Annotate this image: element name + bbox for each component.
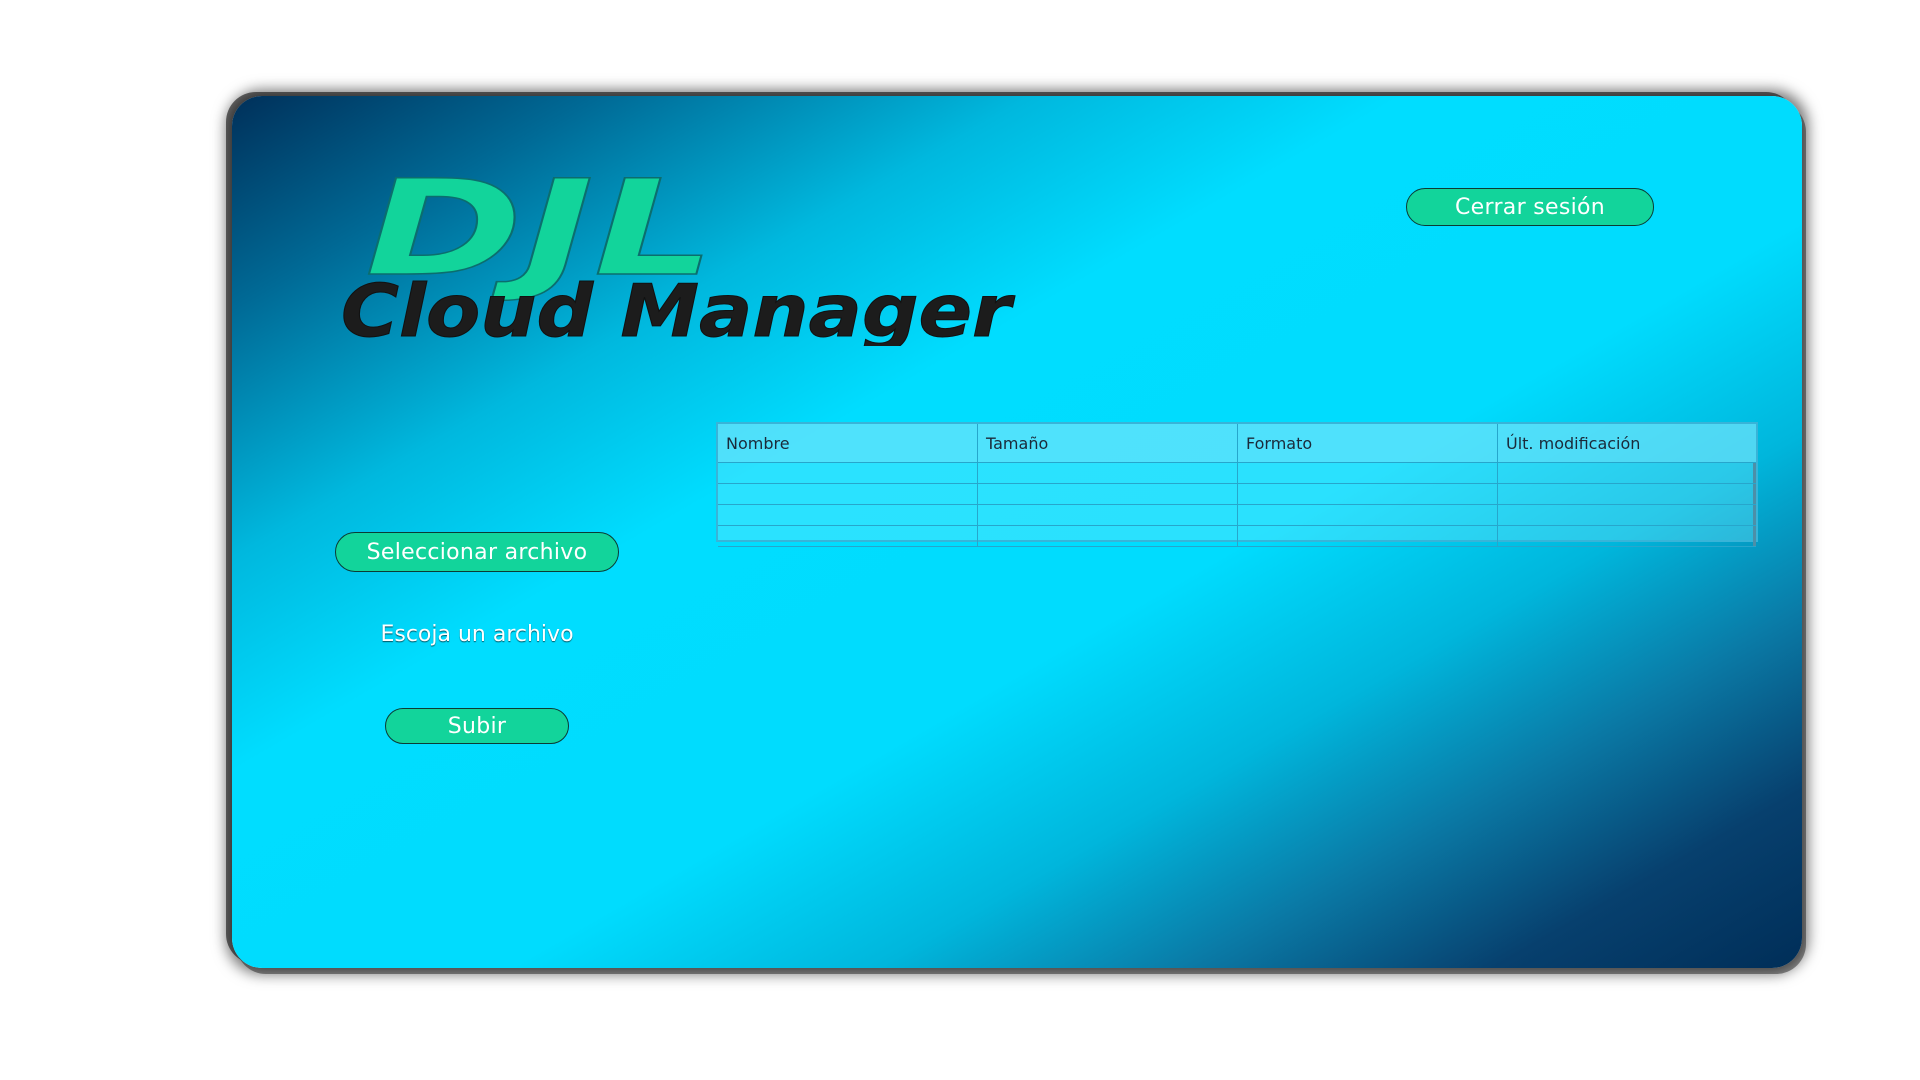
table-cell[interactable] (978, 505, 1238, 525)
table-cell[interactable] (718, 463, 978, 483)
table-row[interactable] (718, 484, 1756, 505)
table-cell[interactable] (718, 505, 978, 525)
table-cell[interactable] (1238, 505, 1498, 525)
app-logo: DJL Cloud Manager (337, 146, 1017, 346)
table-cell[interactable] (978, 463, 1238, 483)
column-header-size[interactable]: Tamaño (978, 424, 1238, 462)
app-window: DJL Cloud Manager Cerrar sesión Seleccio… (232, 96, 1802, 968)
table-cell[interactable] (718, 526, 978, 546)
table-cell[interactable] (1238, 484, 1498, 504)
table-cell[interactable] (1498, 463, 1756, 483)
table-row[interactable] (718, 463, 1756, 484)
column-header-name[interactable]: Nombre (718, 424, 978, 462)
table-cell[interactable] (1498, 505, 1756, 525)
table-cell[interactable] (718, 484, 978, 504)
table-cell[interactable] (978, 526, 1238, 546)
column-header-format[interactable]: Formato (1238, 424, 1498, 462)
table-cell[interactable] (1498, 484, 1756, 504)
table-row[interactable] (718, 526, 1756, 547)
logout-button[interactable]: Cerrar sesión (1406, 188, 1654, 226)
table-cell[interactable] (1238, 463, 1498, 483)
table-header-row: Nombre Tamaño Formato Últ. modificación (718, 424, 1756, 463)
upload-button[interactable]: Subir (385, 708, 569, 744)
select-file-button[interactable]: Seleccionar archivo (335, 532, 619, 572)
table-cell[interactable] (978, 484, 1238, 504)
column-header-modified[interactable]: Últ. modificación (1498, 424, 1756, 462)
logo-bottom-text: Cloud Manager (341, 269, 1016, 346)
table-cell[interactable] (1498, 526, 1756, 546)
file-status-label: Escoja un archivo (380, 622, 574, 647)
table-cell[interactable] (1238, 526, 1498, 546)
table-row[interactable] (718, 505, 1756, 526)
file-table[interactable]: Nombre Tamaño Formato Últ. modificación (716, 422, 1758, 547)
